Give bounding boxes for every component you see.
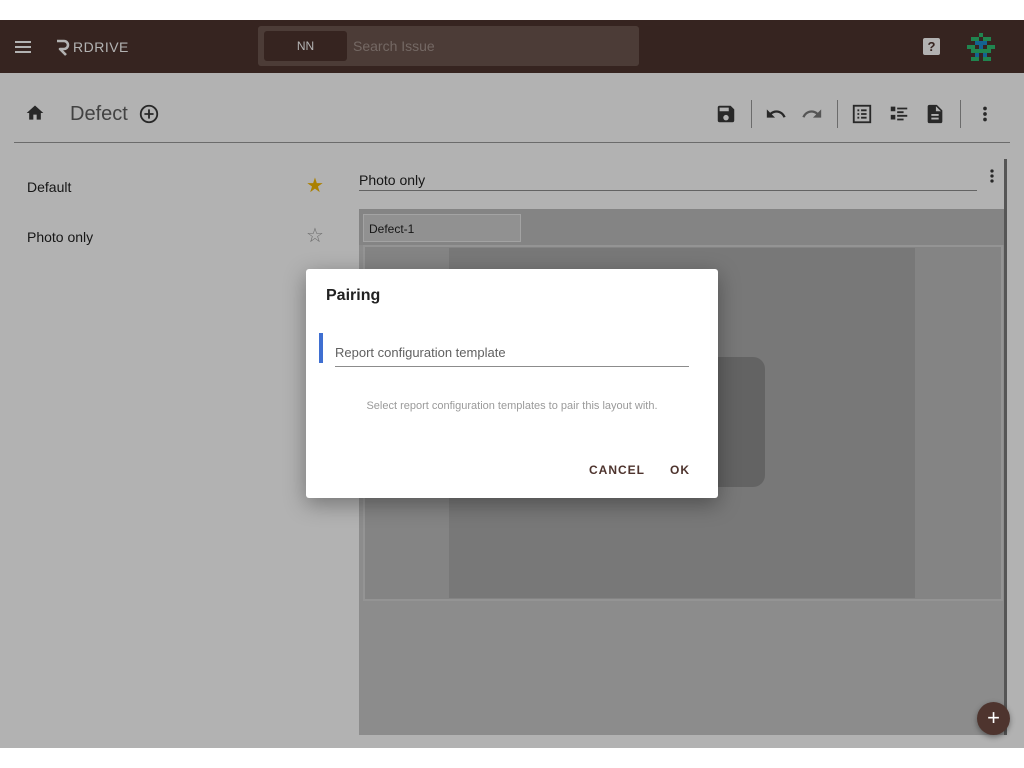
cancel-button[interactable]: CANCEL <box>589 463 645 477</box>
add-fab-button[interactable]: + <box>977 702 1010 735</box>
ok-button[interactable]: OK <box>670 463 690 477</box>
report-template-field[interactable] <box>335 339 689 367</box>
pairing-dialog: Pairing Select report configuration temp… <box>306 269 718 498</box>
dialog-title: Pairing <box>326 287 381 304</box>
dialog-hint: Select report configuration templates to… <box>366 400 658 412</box>
field-focus-indicator <box>319 333 323 363</box>
app-root: RDRIVE NN ? Defect <box>0 20 1024 748</box>
